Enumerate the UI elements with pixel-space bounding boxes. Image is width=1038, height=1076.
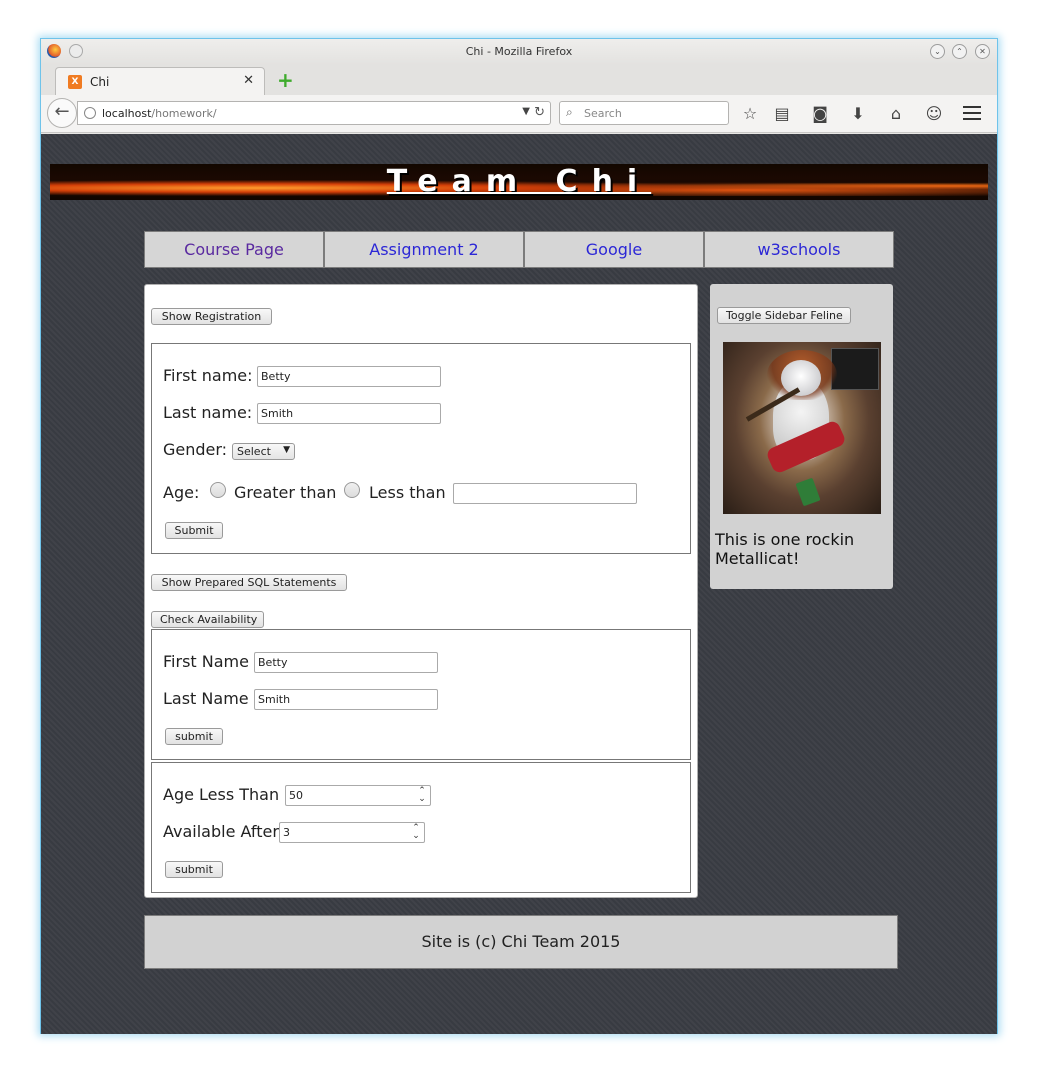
spinner-icon[interactable]: ⌃ ⌄ (411, 824, 421, 841)
available-after-label: Available After (163, 822, 279, 841)
banner-title: Team Chi (386, 164, 652, 199)
availability-name-submit-button[interactable]: submit (165, 728, 223, 745)
sidebar: Toggle Sidebar Feline This is one rockin… (710, 284, 893, 589)
close-tab-icon[interactable]: ✕ (243, 73, 254, 88)
age-input[interactable] (453, 483, 637, 504)
bookmark-star-icon[interactable]: ☆ (740, 104, 760, 123)
age-less-than-label: Age Less Than (163, 785, 280, 804)
gender-select-value: Select (237, 445, 271, 458)
avail-first-name-input[interactable]: Betty (254, 652, 438, 673)
show-sql-button[interactable]: Show Prepared SQL Statements (151, 574, 347, 591)
url-text[interactable]: localhost/homework/ (102, 107, 217, 120)
chat-icon[interactable]: ☺ (924, 104, 944, 123)
search-placeholder: Search (584, 107, 622, 120)
age-less-than-input[interactable]: 50 ⌃ ⌄ (285, 785, 431, 806)
cat-head-graphic (781, 360, 821, 396)
url-bar[interactable]: localhost/homework/ ▼ ↻ (77, 101, 551, 125)
check-availability-button[interactable]: Check Availability (151, 611, 264, 628)
nav-link-course-page[interactable]: Course Page (144, 231, 324, 268)
first-name-label: First name: (163, 366, 253, 385)
gender-label: Gender: (163, 440, 228, 459)
main-content: Show Registration First name: Betty Last… (144, 284, 698, 898)
hamburger-menu-icon[interactable] (963, 106, 981, 120)
avail-first-name-label: First Name (163, 652, 249, 671)
site-footer: Site is (c) Chi Team 2015 (144, 915, 898, 969)
downloads-icon[interactable]: ⬇ (848, 104, 868, 123)
available-after-input[interactable]: 3 ⌃ ⌄ (279, 822, 425, 843)
tab-title: Chi (90, 75, 110, 89)
maximize-icon[interactable]: ⌃ (952, 44, 967, 59)
show-registration-button[interactable]: Show Registration (151, 308, 272, 325)
toggle-sidebar-feline-button[interactable]: Toggle Sidebar Feline (717, 307, 851, 324)
avail-last-name-label: Last Name (163, 689, 249, 708)
xampp-favicon-icon: X (68, 75, 82, 89)
tab-chi[interactable]: X Chi ✕ (55, 67, 265, 95)
back-button[interactable]: ← (47, 98, 77, 128)
amp-graphic (831, 348, 879, 390)
home-icon[interactable]: ⌂ (886, 104, 906, 123)
registration-form: First name: Betty Last name: Smith Gende… (151, 343, 691, 554)
nav-link-assignment-2[interactable]: Assignment 2 (324, 231, 524, 268)
browser-window: Chi - Mozilla Firefox ⌄ ⌃ ✕ X Chi ✕ + lo… (40, 38, 998, 1034)
globe-icon (84, 107, 96, 119)
age-label: Age: (163, 483, 200, 502)
spinner-icon[interactable]: ⌃ ⌄ (417, 787, 427, 804)
availability-name-form: First Name Betty Last Name Smith submit (151, 629, 691, 760)
search-icon: ⌕ (566, 105, 573, 119)
title-bar: Chi - Mozilla Firefox ⌄ ⌃ ✕ (41, 39, 997, 65)
minimize-icon[interactable]: ⌄ (930, 44, 945, 59)
reload-icon[interactable]: ↻ (534, 105, 545, 120)
reading-list-icon[interactable]: ▤ (772, 104, 792, 123)
availability-age-form: Age Less Than 50 ⌃ ⌄ Available After 3 ⌃ ⌄… (151, 762, 691, 893)
url-path: /homework/ (151, 107, 217, 120)
last-name-input[interactable]: Smith (257, 403, 441, 424)
sidebar-caption: This is one rockin Metallicat! (715, 530, 855, 568)
window-title: Chi - Mozilla Firefox (465, 45, 573, 58)
greater-than-label: Greater than (234, 483, 337, 502)
url-dropdown-icon[interactable]: ▼ (522, 106, 530, 117)
close-window-icon[interactable]: ✕ (975, 44, 990, 59)
available-after-value: 3 (283, 826, 290, 839)
new-tab-icon[interactable]: + (277, 68, 294, 92)
age-less-than-value: 50 (289, 789, 303, 802)
greater-than-radio[interactable] (210, 482, 226, 498)
nav-toolbar: localhost/homework/ ▼ ↻ ← ⌕ Search ☆ ▤ ◙… (41, 95, 997, 133)
search-box[interactable]: ⌕ Search (559, 101, 729, 125)
site-nav: Course Page Assignment 2 Google w3school… (144, 231, 894, 268)
page-viewport: Team Chi Course Page Assignment 2 Google… (41, 134, 997, 1034)
url-host: localhost (102, 107, 152, 120)
last-name-label: Last name: (163, 403, 253, 422)
gender-select[interactable]: Select ▼ (232, 443, 295, 460)
nav-link-w3schools[interactable]: w3schools (704, 231, 894, 268)
less-than-radio[interactable] (344, 482, 360, 498)
nav-link-google[interactable]: Google (524, 231, 704, 268)
first-name-input[interactable]: Betty (257, 366, 441, 387)
pedal-graphic (795, 477, 821, 507)
less-than-label: Less than (369, 483, 446, 502)
pocket-icon[interactable]: ◙ (810, 104, 830, 123)
registration-submit-button[interactable]: Submit (165, 522, 223, 539)
site-banner: Team Chi (50, 164, 988, 200)
metallicat-image (723, 342, 881, 514)
availability-age-submit-button[interactable]: submit (165, 861, 223, 878)
chevron-down-icon: ▼ (283, 445, 290, 455)
avail-last-name-input[interactable]: Smith (254, 689, 438, 710)
tab-bar: X Chi ✕ + (41, 65, 997, 95)
